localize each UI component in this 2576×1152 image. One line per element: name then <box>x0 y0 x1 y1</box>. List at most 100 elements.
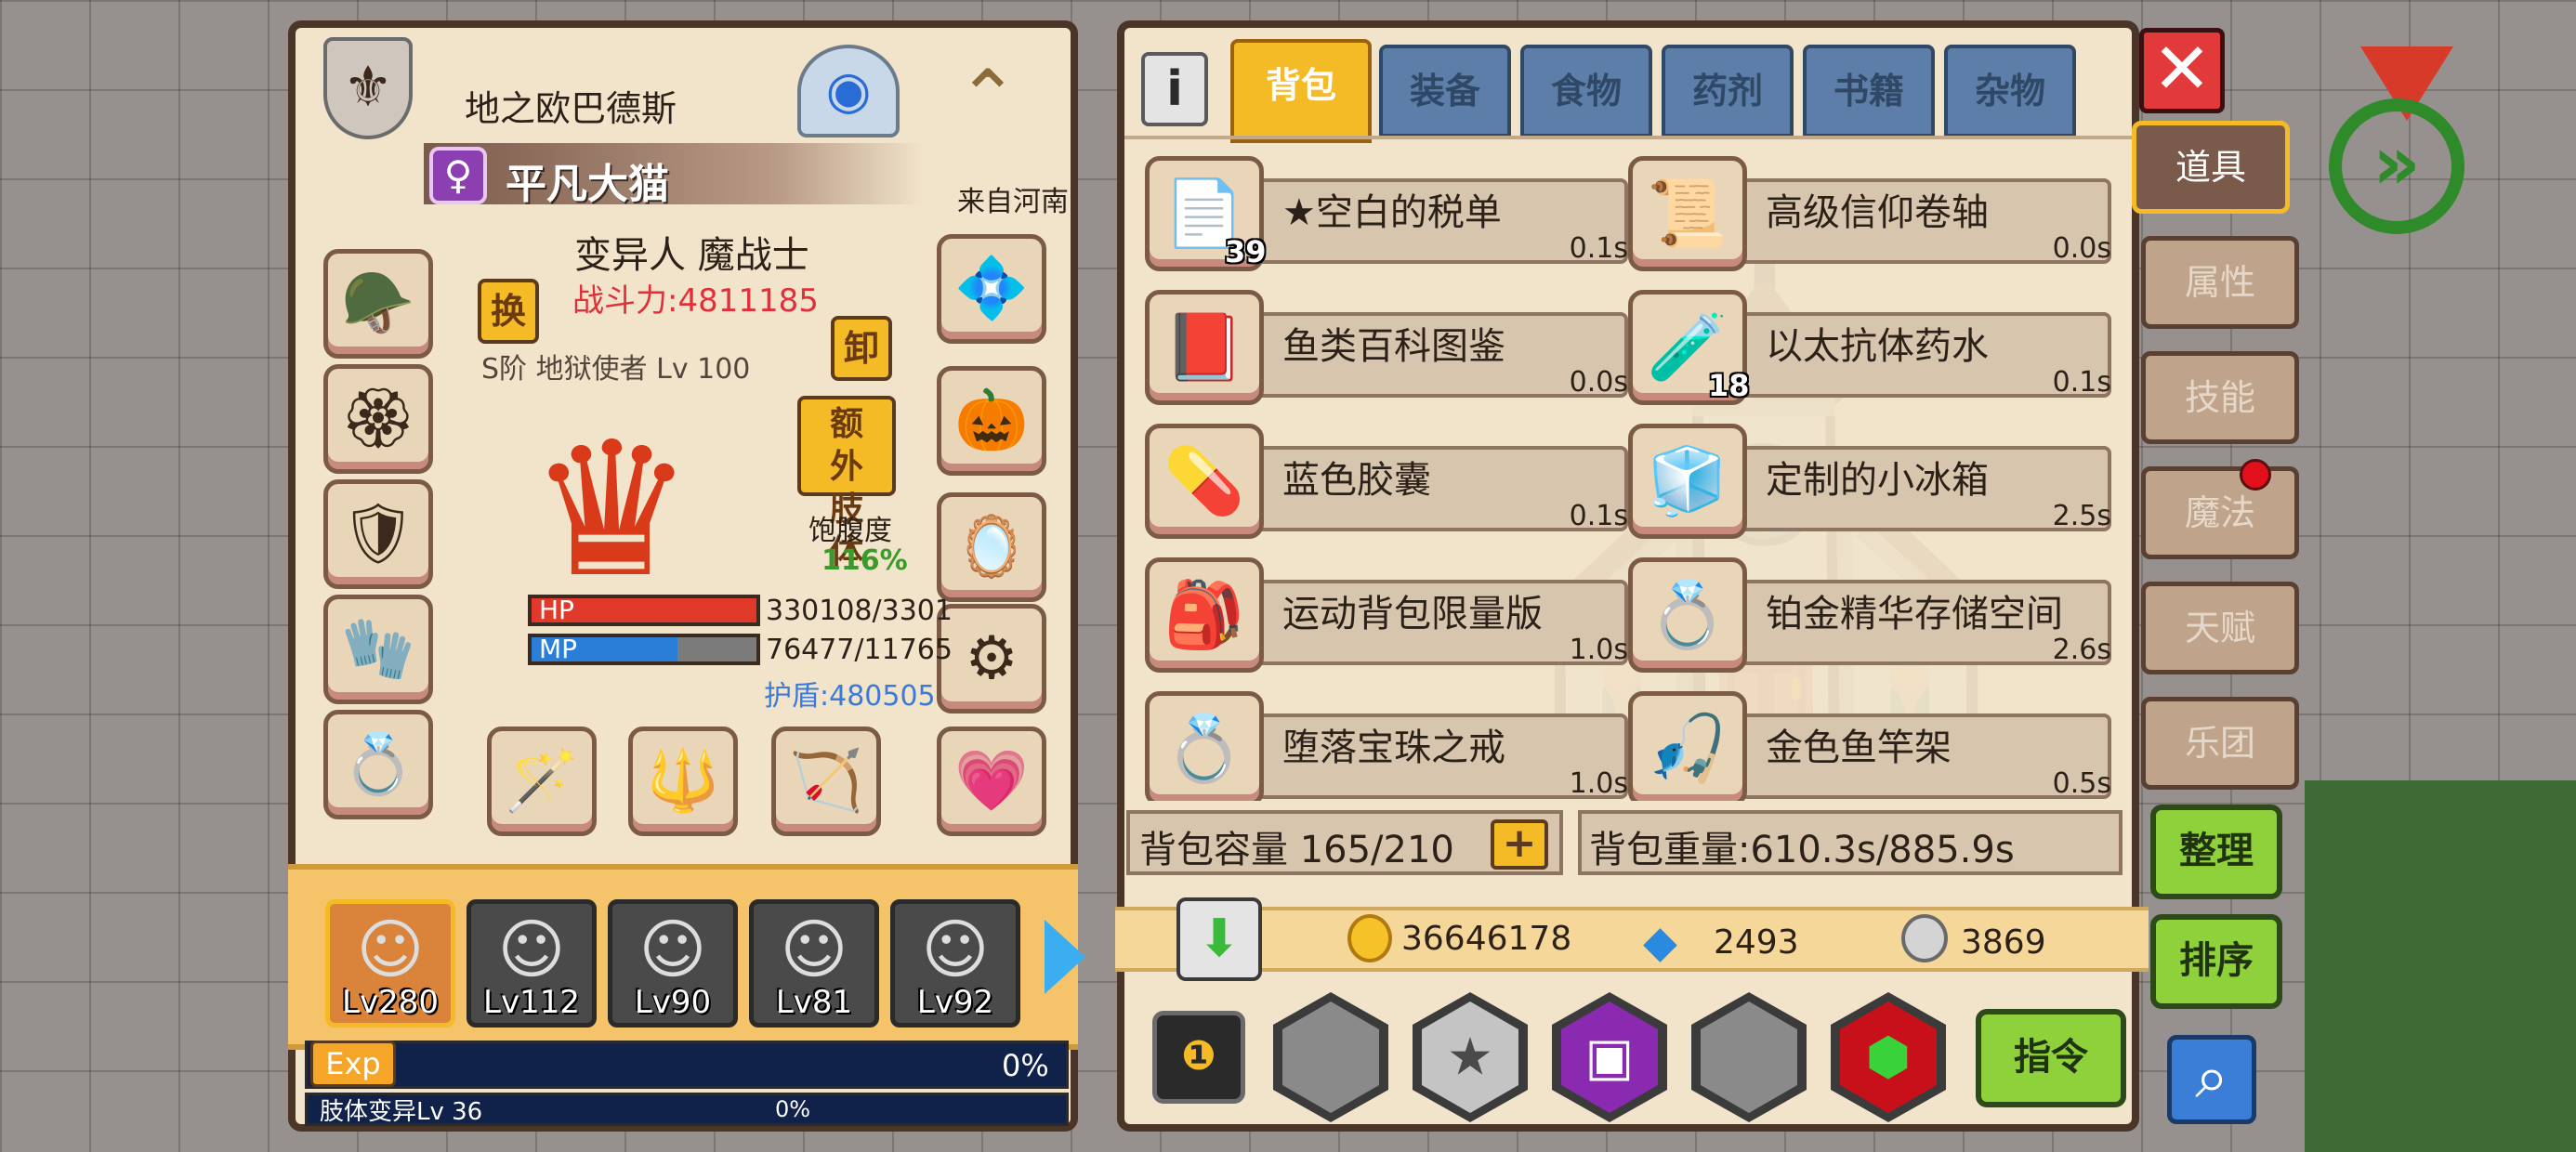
equip-slot-amulet[interactable]: 🏵 <box>323 364 433 474</box>
party-level: Lv81 <box>775 984 853 1021</box>
equip-slot-ring[interactable]: 💍 <box>323 710 433 819</box>
satiety-label: 饱腹度 <box>808 515 892 547</box>
satiety-value: 116% <box>821 544 908 577</box>
guild-title: 地之欧巴德斯 <box>465 88 677 129</box>
quickbar-slot-4[interactable] <box>1691 992 1807 1122</box>
tab-4[interactable]: 书籍 <box>1803 45 1935 137</box>
equip-slot-crest[interactable]: 💠 <box>937 234 1046 344</box>
book-icon: 📕 <box>1163 308 1245 386</box>
class-name: 变异人 魔战士 <box>574 234 809 277</box>
quickbar-number-button[interactable]: ❶ <box>1152 1011 1245 1104</box>
helmet-icon: 🪖 <box>341 269 415 338</box>
capacity-label: 背包容量 165/210 <box>1139 829 1454 871</box>
tab-3[interactable]: 药剂 <box>1662 45 1794 137</box>
origin-label: 来自河南 <box>957 186 1069 218</box>
shield-value: 护盾:480505 <box>764 680 936 713</box>
side-tab-3[interactable]: 魔法 <box>2141 466 2299 559</box>
equip-slot-armor[interactable]: 🛡 <box>323 479 433 589</box>
tab-5[interactable]: 杂物 <box>1944 45 2076 137</box>
inventory-item[interactable]: 💊 蓝色胶囊 0.1s <box>1145 424 1628 539</box>
tab-1[interactable]: 装备 <box>1379 45 1511 137</box>
inventory-item[interactable]: 🧊 定制的小冰箱 2.5s <box>1628 424 2111 539</box>
party-member[interactable]: ☺ Lv280 <box>325 899 455 1028</box>
mp-label: MP <box>539 634 578 664</box>
hp-value: 330108/3301 <box>766 595 953 627</box>
item-name: 高级信仰卷轴 <box>1766 191 1989 234</box>
inventory-item[interactable]: 📕 鱼类百科图鉴 0.0s <box>1145 290 1628 405</box>
mp-value: 76477/11765 <box>766 634 953 666</box>
weapon-slot-spear[interactable]: 🔱 <box>628 727 738 836</box>
diamond-icon: ◆ <box>1643 916 1677 968</box>
sort-button[interactable]: 排序 <box>2150 914 2282 1009</box>
close-button[interactable]: ✕ <box>2139 28 2225 113</box>
organize-button[interactable]: 整理 <box>2150 805 2282 899</box>
bow-icon: 🏹 <box>789 747 863 816</box>
equip-slot-helmet[interactable]: 🪖 <box>323 249 433 359</box>
party-member[interactable]: ☺ Lv112 <box>467 899 597 1028</box>
party-next-arrow-icon[interactable] <box>1045 920 1085 994</box>
tab-2[interactable]: 食物 <box>1520 45 1652 137</box>
exp-label: Exp <box>310 1041 396 1087</box>
deposit-button[interactable]: ⬇ <box>1176 897 1262 981</box>
inventory-item[interactable]: 💍 铂金精华存储空间 2.6s <box>1628 557 2111 673</box>
guild-emblem-icon: ⚜ <box>323 37 413 139</box>
party-level: Lv112 <box>483 984 580 1021</box>
side-tab-2[interactable]: 技能 <box>2141 351 2299 444</box>
swap-button[interactable]: 换 <box>478 279 539 344</box>
exp-percent: 0% <box>1002 1048 1049 1083</box>
quickbar-slot-2[interactable]: ★ <box>1413 992 1528 1122</box>
search-icon: ⌕ <box>2195 1043 2228 1112</box>
item-time: 0.1s <box>1569 500 1628 532</box>
item-time: 1.0s <box>1569 634 1628 666</box>
name-banner <box>424 143 926 204</box>
equip-slot-mirror[interactable]: 🪞 <box>937 492 1046 602</box>
quickbar-slot-5[interactable]: ⬢ <box>1831 992 1946 1122</box>
side-tab-1[interactable]: 属性 <box>2141 236 2299 329</box>
side-tab-4[interactable]: 天赋 <box>2141 582 2299 674</box>
item-name: 运动背包限量版 <box>1282 593 1543 635</box>
party-portrait-icon: ☺ <box>638 910 707 988</box>
weapon-slot-staff[interactable]: 🪄 <box>487 727 597 836</box>
extra-limb-button[interactable]: 额外肢体 <box>797 396 896 571</box>
item-icon-box: 💊 <box>1145 424 1264 539</box>
machine-icon: ⚙ <box>965 624 1019 693</box>
inventory-item[interactable]: 📜 高级信仰卷轴 0.0s <box>1628 156 2111 271</box>
command-button[interactable]: 指令 <box>1976 1009 2126 1107</box>
inventory-item[interactable]: 💍 堕落宝珠之戒 1.0s <box>1145 691 1628 801</box>
silver-amount: 3869 <box>1961 923 2046 962</box>
weapon-slot-bow[interactable]: 🏹 <box>771 727 881 836</box>
inventory-item[interactable]: 🎒 运动背包限量版 1.0s <box>1145 557 1628 673</box>
equip-slot-charm[interactable]: 💗 <box>937 727 1046 836</box>
side-tab-5[interactable]: 乐团 <box>2141 697 2299 790</box>
hanger-icon[interactable]: ⌃ <box>918 46 1058 149</box>
equip-slot-pumpkin[interactable]: 🎃 <box>937 366 1046 476</box>
tab-0[interactable]: 背包 <box>1230 39 1372 143</box>
party-level: Lv280 <box>342 984 439 1021</box>
inventory-item[interactable]: 🎣 金色鱼竿架 0.5s <box>1628 691 2111 801</box>
quickbar-slot-3[interactable]: ▣ <box>1552 992 1667 1122</box>
crest-icon: 💠 <box>954 255 1029 323</box>
spear-icon: 🔱 <box>646 747 720 816</box>
inventory-item[interactable]: 📄 ★空白的税单 0.1s 39 <box>1145 156 1628 271</box>
mutation-label: 肢体变异Lv 36 <box>320 1098 483 1126</box>
party-member[interactable]: ☺ Lv92 <box>890 899 1020 1028</box>
search-button[interactable]: ⌕ <box>2167 1035 2256 1124</box>
info-button[interactable]: i <box>1141 52 1208 126</box>
party-member[interactable]: ☺ Lv81 <box>749 899 879 1028</box>
item-time: 0.0s <box>2052 232 2111 265</box>
diamond-amount: 2493 <box>1714 923 1799 962</box>
equip-slot-gloves[interactable]: 🧤 <box>323 595 433 704</box>
scroll-icon: 📜 <box>1647 175 1728 252</box>
portal-icon[interactable]: ◉ <box>797 45 900 137</box>
party-member[interactable]: ☺ Lv90 <box>608 899 738 1028</box>
mirror-icon: 🪞 <box>954 513 1029 582</box>
forward-ring-icon[interactable]: » <box>2329 98 2464 234</box>
expand-capacity-button[interactable]: + <box>1491 819 1548 870</box>
unequip-button[interactable]: 卸 <box>831 316 892 381</box>
item-time: 1.0s <box>1569 767 1628 800</box>
quickbar-slot-1[interactable] <box>1273 992 1388 1122</box>
inventory-item[interactable]: 🧪 以太抗体药水 0.1s 18 <box>1628 290 2111 405</box>
tab-underline <box>1124 136 2132 139</box>
equip-slot-machine[interactable]: ⚙ <box>937 604 1046 713</box>
side-tab-0[interactable]: 道具 <box>2132 121 2290 214</box>
